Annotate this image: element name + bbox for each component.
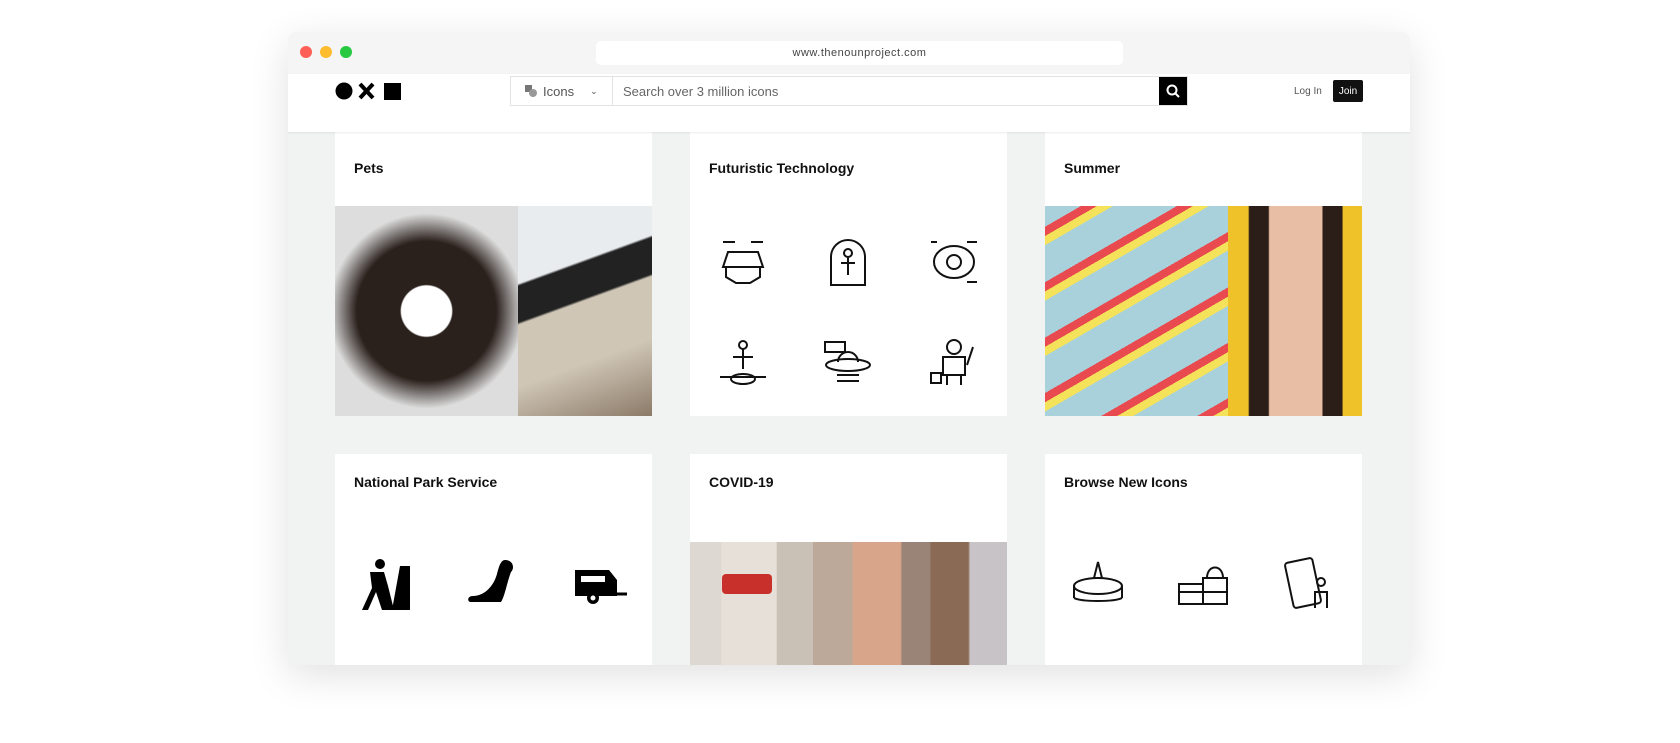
- chevron-down-icon: ⌄: [590, 85, 598, 96]
- seal-icon: [468, 560, 514, 602]
- cryo-pod-icon: [830, 239, 867, 286]
- noun-project-logo[interactable]: [335, 82, 405, 100]
- hiker-climbing-icon: [361, 559, 410, 610]
- bakery-icon: [1178, 566, 1229, 605]
- address-bar[interactable]: www.thenounproject.com: [596, 41, 1123, 65]
- dog-photo: [335, 206, 518, 416]
- vaccine-vial-photo: [690, 542, 813, 665]
- card-title: National Park Service: [354, 474, 498, 490]
- collection-card-national-park-service[interactable]: National Park Service: [335, 454, 652, 665]
- collection-card-browse-new-icons[interactable]: Browse New Icons: [1045, 454, 1362, 665]
- cats-photo: [518, 206, 652, 416]
- search-type-dropdown[interactable]: Icons ⌄: [511, 77, 613, 105]
- teleport-icon: [719, 340, 766, 385]
- card-title: COVID-19: [709, 474, 774, 490]
- icons-type-icon: [525, 85, 537, 97]
- popsicles-photo: [1045, 206, 1228, 416]
- close-window-button[interactable]: [300, 46, 312, 58]
- collection-card-covid-19[interactable]: COVID-19: [690, 454, 1007, 665]
- vaccination-photo: [813, 542, 1007, 665]
- search-bar: Icons ⌄: [510, 76, 1188, 106]
- search-button[interactable]: [1159, 77, 1187, 105]
- minimize-window-button[interactable]: [320, 46, 332, 58]
- title-bar: www.thenounproject.com: [288, 32, 1410, 74]
- collection-card-summer[interactable]: Summer: [1045, 112, 1362, 416]
- card-title: Futuristic Technology: [709, 160, 855, 176]
- ai-brain-gear-icon: [931, 241, 978, 283]
- mobile-user-icon: [1284, 557, 1329, 609]
- card-title: Pets: [354, 160, 384, 176]
- site-header: Icons ⌄ Log In Join: [288, 74, 1410, 132]
- collection-card-pets[interactable]: Pets: [335, 112, 652, 416]
- search-input[interactable]: [613, 77, 1159, 105]
- join-button[interactable]: Join: [1333, 80, 1363, 102]
- collection-card-futuristic-technology[interactable]: Futuristic Technology: [690, 112, 1007, 416]
- ufo-icon: [824, 341, 872, 382]
- card-title: Summer: [1064, 160, 1121, 176]
- maximize-window-button[interactable]: [340, 46, 352, 58]
- search-icon: [1166, 84, 1180, 98]
- camper-trailer-icon: [575, 570, 628, 604]
- robot-icon: [930, 339, 975, 385]
- woman-drinking-photo: [1228, 206, 1362, 416]
- login-link[interactable]: Log In: [1294, 86, 1322, 97]
- browser-window: www.thenounproject.com Icons ⌄ Log In Jo…: [288, 32, 1410, 665]
- flying-car-icon: [721, 241, 765, 284]
- party-cake-icon: [1072, 561, 1123, 602]
- search-type-label: Icons: [543, 83, 575, 99]
- card-title: Browse New Icons: [1064, 474, 1188, 490]
